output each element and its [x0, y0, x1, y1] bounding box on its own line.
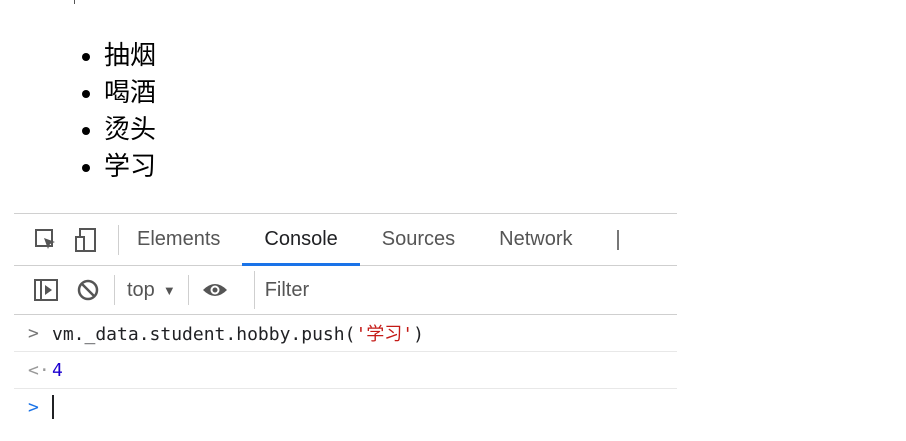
live-expression-icon[interactable]: [201, 276, 229, 304]
console-output: > vm._data.student.hobby.push('学习') <· 4…: [14, 315, 677, 425]
list-item: 烫头: [104, 112, 156, 149]
text-caret-fragment: [74, 0, 75, 4]
tab-sources[interactable]: Sources: [360, 214, 477, 265]
context-selector-value: top: [127, 278, 155, 301]
console-result: 4: [52, 359, 63, 381]
text-cursor: [52, 395, 54, 419]
context-selector[interactable]: top ▼: [127, 279, 176, 302]
tab-network[interactable]: Network: [477, 214, 594, 265]
hobby-list: 抽烟 喝酒 烫头 学习: [74, 38, 156, 186]
console-toolbar: top ▼: [14, 266, 677, 315]
list-item: 抽烟: [104, 38, 156, 75]
command-prompt-icon: >: [28, 322, 39, 344]
input-prompt-icon: >: [28, 396, 39, 418]
device-toggle-icon[interactable]: [72, 226, 100, 254]
console-input-line[interactable]: >: [14, 389, 677, 425]
clear-console-icon[interactable]: [74, 276, 102, 304]
console-sidebar-icon[interactable]: [32, 276, 60, 304]
filter-input[interactable]: [253, 271, 677, 309]
result-arrow-icon: <·: [28, 359, 50, 381]
toolbar-divider: [114, 275, 115, 305]
devtools-tab-bar: Elements Console Sources Network: [14, 214, 677, 266]
list-item: 喝酒: [104, 75, 156, 112]
console-result-line: <· 4: [14, 352, 677, 389]
console-command: vm._data.student.hobby.push('学习'): [52, 324, 424, 345]
devtools-panel: Elements Console Sources Network top ▼ F…: [14, 213, 677, 441]
select-element-icon[interactable]: [32, 226, 60, 254]
tab-elements[interactable]: Elements: [137, 214, 242, 265]
toolbar-divider: [118, 224, 119, 255]
list-item: 学习: [104, 149, 156, 186]
toolbar-divider: [187, 275, 189, 305]
tab-overflow-edge[interactable]: [595, 214, 619, 265]
tab-console[interactable]: Console: [242, 214, 361, 266]
console-command-line: > vm._data.student.hobby.push('学习'): [14, 315, 677, 352]
chevron-down-icon: ▼: [162, 282, 176, 298]
